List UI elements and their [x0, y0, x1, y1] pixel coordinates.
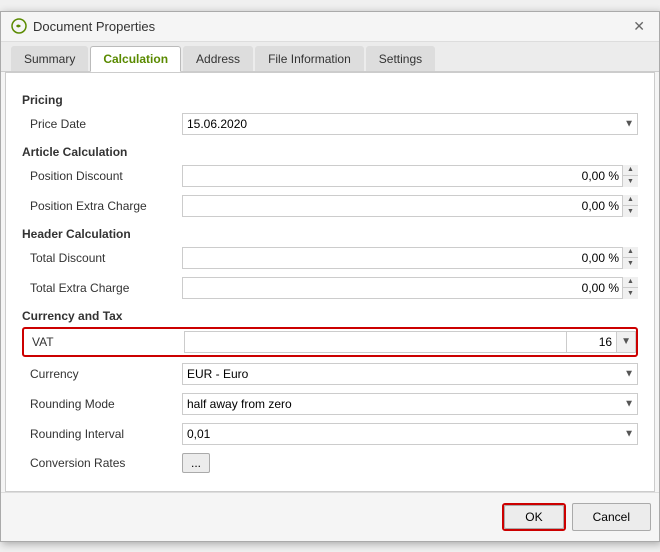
total-extra-charge-row: Total Extra Charge ▲ ▼ — [22, 275, 638, 301]
vat-dropdown-button[interactable]: ▼ — [617, 331, 636, 353]
position-extra-charge-label: Position Extra Charge — [22, 199, 182, 213]
total-extra-charge-input[interactable] — [182, 277, 638, 299]
conversion-rates-row: Conversion Rates ... — [22, 451, 638, 475]
tab-calculation[interactable]: Calculation — [90, 46, 181, 72]
position-discount-input[interactable] — [182, 165, 638, 187]
vat-text-input[interactable] — [184, 331, 567, 353]
position-discount-down[interactable]: ▼ — [623, 176, 638, 187]
title-bar-left: Document Properties — [11, 18, 155, 34]
position-extra-charge-up[interactable]: ▲ — [623, 195, 638, 207]
rounding-interval-select-wrap: 0,01 ▼ — [182, 423, 638, 445]
tab-summary[interactable]: Summary — [11, 46, 88, 71]
ok-button[interactable]: OK — [504, 505, 563, 529]
currency-select[interactable]: EUR - Euro — [182, 363, 638, 385]
currency-select-wrap: EUR - Euro ▼ — [182, 363, 638, 385]
rounding-interval-label: Rounding Interval — [22, 427, 182, 441]
total-discount-down[interactable]: ▼ — [623, 258, 638, 269]
tab-settings[interactable]: Settings — [366, 46, 435, 71]
ok-button-wrap: OK — [502, 503, 565, 531]
currency-row: Currency EUR - Euro ▼ — [22, 361, 638, 387]
rounding-mode-select-wrap: half away from zero ▼ — [182, 393, 638, 415]
price-date-select[interactable]: 15.06.2020 — [182, 113, 638, 135]
tab-bar: Summary Calculation Address File Informa… — [1, 42, 659, 72]
document-properties-dialog: Document Properties ✕ Summary Calculatio… — [0, 11, 660, 542]
position-discount-spinner: ▲ ▼ — [622, 165, 638, 187]
total-extra-charge-wrap: ▲ ▼ — [182, 277, 638, 299]
position-extra-charge-spinner: ▲ ▼ — [622, 195, 638, 217]
rounding-mode-select[interactable]: half away from zero — [182, 393, 638, 415]
dialog-title: Document Properties — [33, 19, 155, 34]
vat-input-wrap: 16 ▼ — [184, 331, 636, 353]
price-date-select-wrap: 15.06.2020 ▼ — [182, 113, 638, 135]
position-extra-charge-row: Position Extra Charge ▲ ▼ — [22, 193, 638, 219]
header-calc-section-label: Header Calculation — [22, 227, 638, 241]
position-discount-wrap: ▲ ▼ — [182, 165, 638, 187]
rounding-interval-row: Rounding Interval 0,01 ▼ — [22, 421, 638, 447]
total-extra-charge-spinner: ▲ ▼ — [622, 277, 638, 299]
rounding-mode-row: Rounding Mode half away from zero ▼ — [22, 391, 638, 417]
total-discount-wrap: ▲ ▼ — [182, 247, 638, 269]
total-discount-spinner: ▲ ▼ — [622, 247, 638, 269]
tab-file-information[interactable]: File Information — [255, 46, 364, 71]
position-discount-row: Position Discount ▲ ▼ — [22, 163, 638, 189]
position-discount-up[interactable]: ▲ — [623, 165, 638, 177]
rounding-interval-select[interactable]: 0,01 — [182, 423, 638, 445]
position-extra-charge-down[interactable]: ▼ — [623, 206, 638, 217]
title-bar: Document Properties ✕ — [1, 12, 659, 42]
total-discount-label: Total Discount — [22, 251, 182, 265]
vat-label: VAT — [24, 335, 184, 349]
rounding-mode-label: Rounding Mode — [22, 397, 182, 411]
cancel-button[interactable]: Cancel — [572, 503, 651, 531]
price-date-label: Price Date — [22, 117, 182, 131]
vat-value-select[interactable]: 16 — [567, 331, 617, 353]
currency-tax-section-label: Currency and Tax — [22, 309, 638, 323]
position-discount-label: Position Discount — [22, 169, 182, 183]
currency-label: Currency — [22, 367, 182, 381]
button-row: OK Cancel — [1, 492, 659, 541]
total-extra-charge-label: Total Extra Charge — [22, 281, 182, 295]
total-extra-charge-down[interactable]: ▼ — [623, 288, 638, 299]
conversion-rates-label: Conversion Rates — [22, 456, 182, 470]
close-button[interactable]: ✕ — [629, 18, 649, 35]
tab-content: Pricing Price Date 15.06.2020 ▼ Article … — [5, 72, 655, 492]
app-icon — [11, 18, 27, 34]
position-extra-charge-wrap: ▲ ▼ — [182, 195, 638, 217]
total-discount-row: Total Discount ▲ ▼ — [22, 245, 638, 271]
vat-row: VAT 16 ▼ — [22, 327, 638, 357]
total-discount-up[interactable]: ▲ — [623, 247, 638, 259]
tab-address[interactable]: Address — [183, 46, 253, 71]
total-extra-charge-up[interactable]: ▲ — [623, 277, 638, 289]
article-calc-section-label: Article Calculation — [22, 145, 638, 159]
price-date-row: Price Date 15.06.2020 ▼ — [22, 111, 638, 137]
total-discount-input[interactable] — [182, 247, 638, 269]
pricing-section-label: Pricing — [22, 93, 638, 107]
position-extra-charge-input[interactable] — [182, 195, 638, 217]
conversion-rates-button[interactable]: ... — [182, 453, 210, 473]
